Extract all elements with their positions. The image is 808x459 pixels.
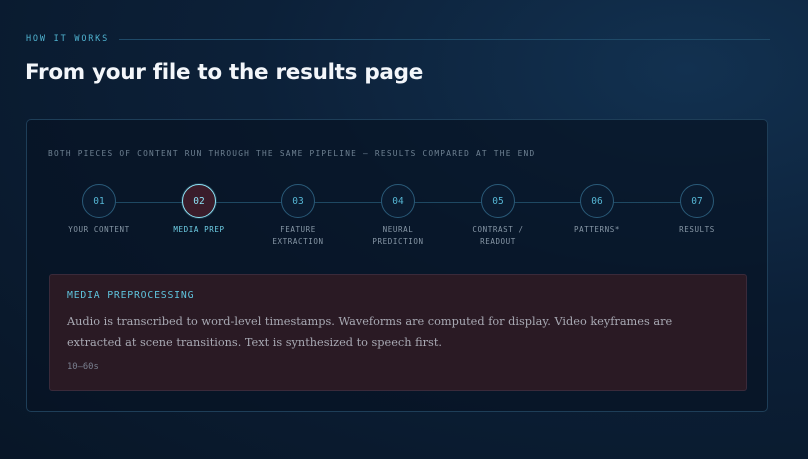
step-label: CONTRAST / READOUT [472, 225, 524, 246]
detail-description: Audio is transcribed to word-level times… [67, 315, 673, 349]
step-neural-prediction[interactable]: 04 NEURAL PREDICTION [358, 184, 438, 248]
step-feature-extraction[interactable]: 03 FEATURE EXTRACTION [258, 184, 338, 248]
step-media-prep[interactable]: 02 MEDIA PREP [159, 184, 239, 236]
step-contrast-readout[interactable]: 05 CONTRAST / READOUT [458, 184, 538, 248]
pipeline-steps: 01 YOUR CONTENT 02 MEDIA PREP 03 FEATURE… [27, 120, 769, 260]
step-label: FEATURE EXTRACTION [272, 225, 324, 246]
step-number-badge[interactable]: 03 [281, 184, 315, 218]
step-label: YOUR CONTENT [68, 225, 130, 234]
section-label: HOW IT WORKS [26, 34, 110, 44]
step-results[interactable]: 07 RESULTS [657, 184, 737, 236]
step-number-badge[interactable]: 05 [481, 184, 515, 218]
step-your-content[interactable]: 01 YOUR CONTENT [59, 184, 139, 236]
section-header: HOW IT WORKS [26, 33, 770, 45]
step-number-badge[interactable]: 01 [82, 184, 116, 218]
section-divider [119, 38, 770, 40]
detail-title: MEDIA PREPROCESSING [67, 290, 195, 301]
step-label: PATTERNS* [573, 225, 621, 234]
page-title: From your file to the results page [25, 60, 423, 85]
pipeline-panel: BOTH PIECES OF CONTENT RUN THROUGH THE S… [26, 119, 768, 412]
step-label-active: MEDIA PREP [173, 225, 225, 234]
step-detail-card: MEDIA PREPROCESSING Audio is transcribed… [49, 274, 747, 391]
step-number-badge[interactable]: 07 [680, 184, 714, 218]
step-patterns[interactable]: 06 PATTERNS* [557, 184, 637, 236]
detail-duration: 10–60s [67, 362, 99, 372]
step-label: RESULTS [679, 225, 715, 234]
step-label: NEURAL PREDICTION [372, 225, 424, 246]
step-number-badge[interactable]: 06 [580, 184, 614, 218]
step-number-badge[interactable]: 04 [381, 184, 415, 218]
step-number-badge-active[interactable]: 02 [182, 184, 216, 218]
